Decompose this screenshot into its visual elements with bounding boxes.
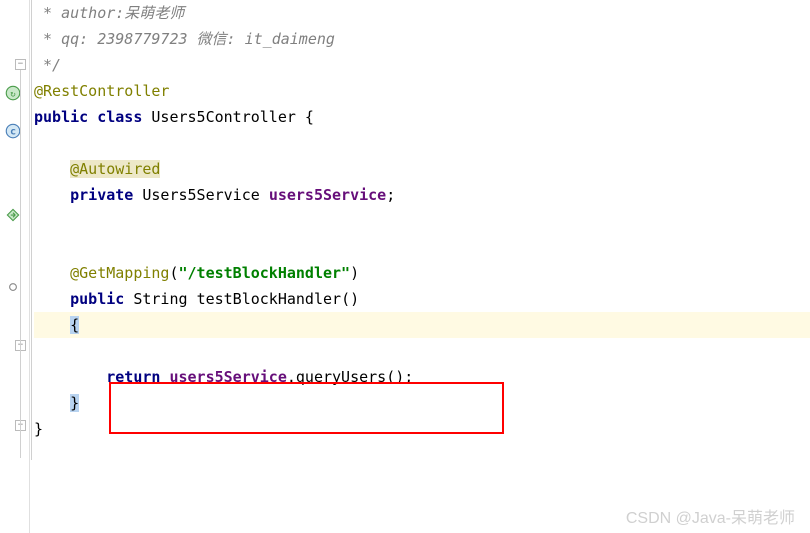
keyword: class (97, 108, 142, 126)
class-name: Users5Controller (151, 108, 296, 126)
string-literal: "/testBlockHandler" (179, 264, 351, 282)
method-call: queryUsers (296, 368, 386, 386)
svg-text:↻: ↻ (10, 89, 15, 99)
annotation: @GetMapping (70, 264, 169, 282)
type-name: String (133, 290, 187, 308)
brace: { (296, 108, 314, 126)
parens: () (341, 290, 359, 308)
keyword: private (70, 186, 133, 204)
watermark-text: CSDN @Java-呆萌老师 (626, 504, 795, 528)
method-name: testBlockHandler (197, 290, 342, 308)
comment-text: * author:呆萌老师 (34, 4, 184, 22)
call-end: (); (386, 368, 413, 386)
brace: { (70, 316, 79, 334)
svg-text:c: c (10, 126, 16, 137)
code-area[interactable]: * author:呆萌老师 * qq: 2398779723 微信: it_da… (30, 0, 810, 533)
code-editor[interactable]: − ↻ c − − * author:呆萌老师 * qq: 2398779723… (0, 0, 810, 533)
type-name: Users5Service (142, 186, 259, 204)
annotation: @RestController (34, 82, 169, 100)
annotation: @Autowired (70, 160, 160, 178)
keyword: public (70, 290, 124, 308)
keyword: public (34, 108, 88, 126)
paren: ) (350, 264, 359, 282)
brace: } (70, 394, 79, 412)
gutter: − ↻ c − − (0, 0, 30, 533)
paren: ( (169, 264, 178, 282)
comment-text: */ (34, 56, 61, 74)
brace: } (34, 420, 43, 438)
semicolon: ; (386, 186, 395, 204)
comment-text: * qq: 2398779723 微信: it_daimeng (34, 30, 335, 48)
fold-marker-icon[interactable]: − (15, 59, 26, 70)
dot: . (287, 368, 296, 386)
keyword: return (106, 368, 160, 386)
field-name: users5Service (269, 186, 386, 204)
field-ref: users5Service (169, 368, 286, 386)
